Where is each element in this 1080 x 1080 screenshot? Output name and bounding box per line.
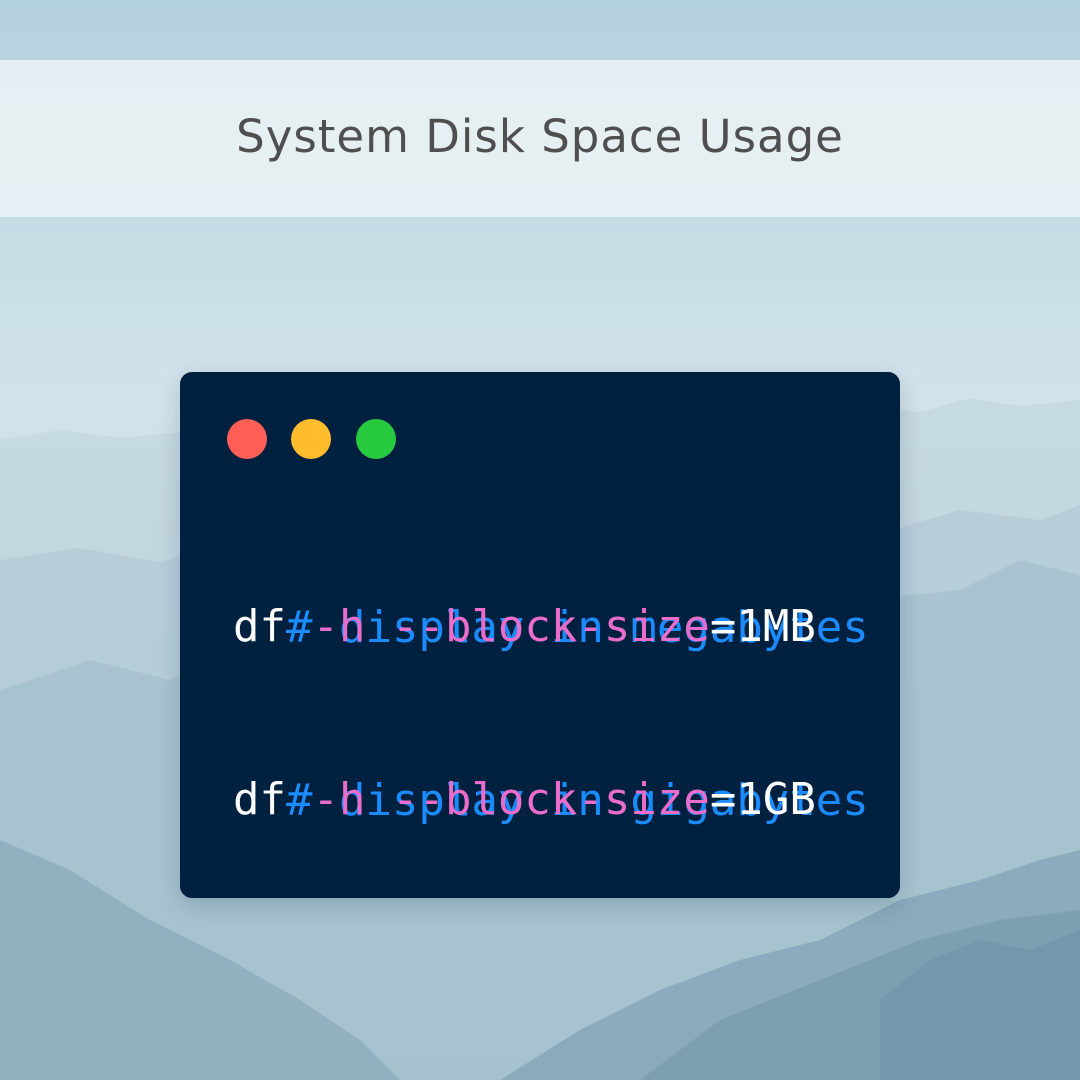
code-flag-block-size: --block-size: [391, 601, 710, 652]
code-command: df: [233, 601, 286, 652]
close-window-icon[interactable]: [227, 419, 267, 459]
code-value: =1MB: [709, 601, 816, 652]
code-flag-h: -h: [312, 774, 366, 825]
code-command: df: [233, 774, 286, 825]
title-banner: System Disk Space Usage: [0, 60, 1080, 217]
code-flag-block-size: --block-size: [391, 774, 710, 825]
code-flag-h: -h: [312, 601, 366, 652]
code-value: =1GB: [709, 774, 816, 825]
minimize-window-icon[interactable]: [291, 419, 331, 459]
page-title: System Disk Space Usage: [236, 110, 844, 163]
code-line-command-gigabytes: df -h --block-size=1GB: [233, 771, 816, 829]
code-line-command-megabytes: df -h --block-size=1MB: [233, 598, 816, 656]
maximize-window-icon[interactable]: [356, 419, 396, 459]
